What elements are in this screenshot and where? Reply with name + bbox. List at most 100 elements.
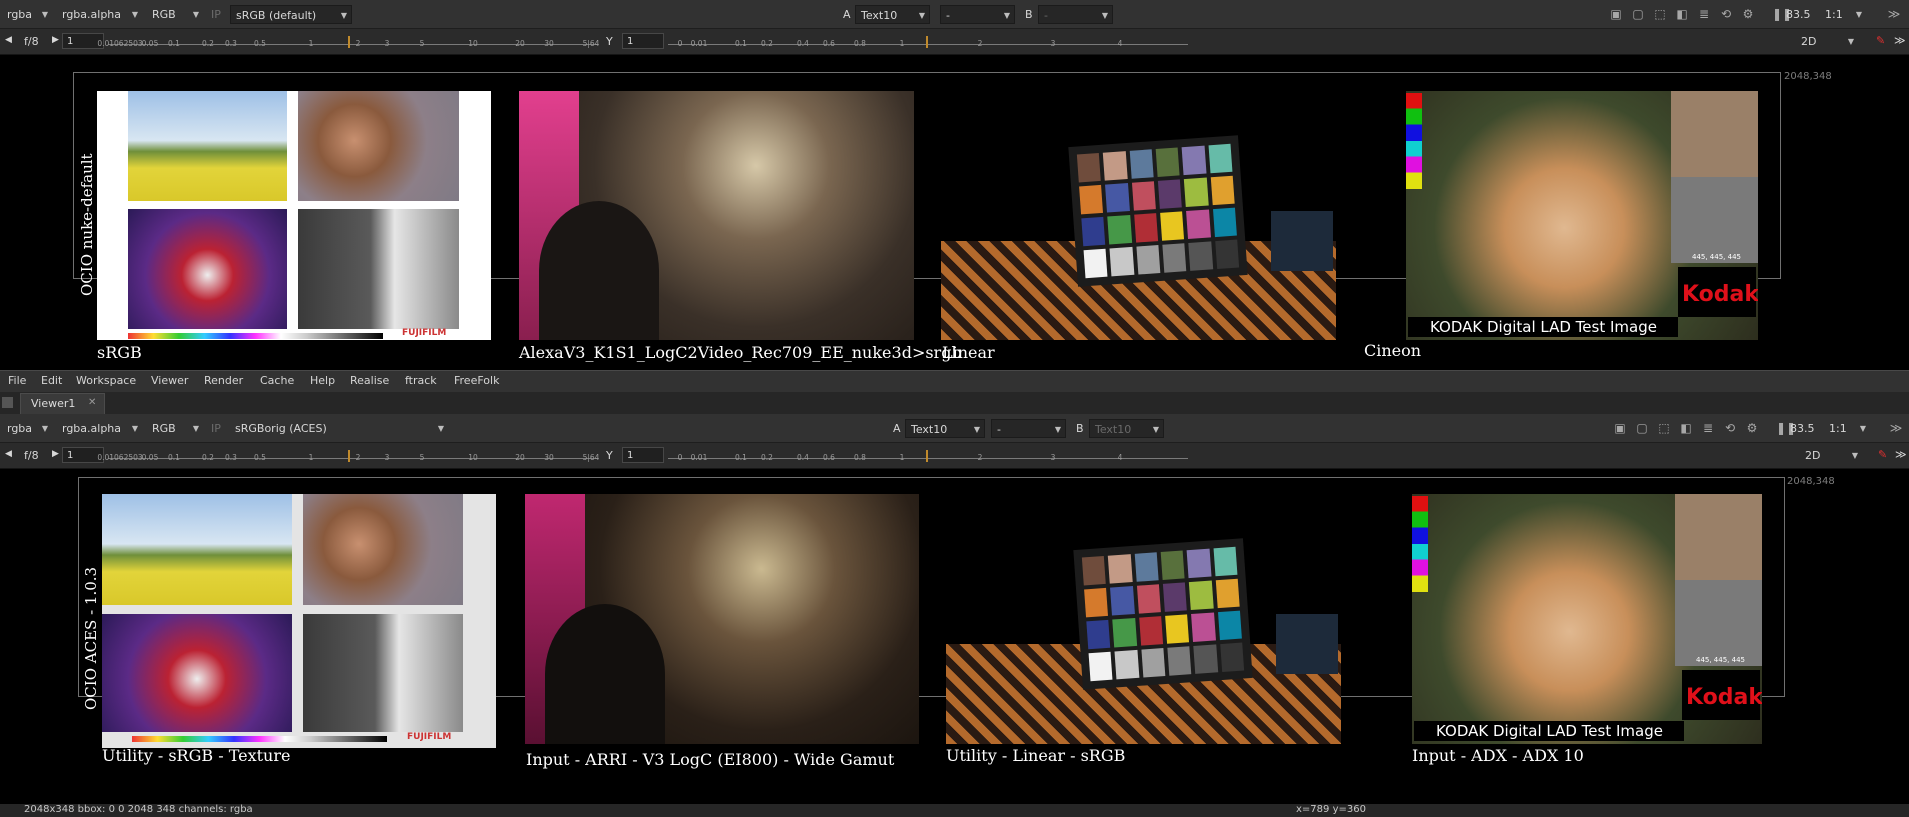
alpha-dropdown[interactable]: rgba.alpha ▼ <box>57 419 142 438</box>
menu-file[interactable]: File <box>8 374 26 387</box>
lut-icon[interactable]: ≣ <box>1700 421 1716 435</box>
gain-tick-label: 0.1 <box>168 39 180 48</box>
paint-icon[interactable]: ✎ <box>1876 31 1885 50</box>
menu-render[interactable]: Render <box>204 374 243 387</box>
menu-help[interactable]: Help <box>310 374 335 387</box>
gain-handle[interactable] <box>348 450 350 462</box>
lut-icon[interactable]: ≣ <box>1696 7 1712 21</box>
gamma-tick-label: 0.8 <box>854 39 866 48</box>
colorspace-dropdown[interactable]: sRGB (default) ▼ <box>230 5 352 24</box>
input-b-dropdown[interactable]: Text10 ▼ <box>1089 419 1164 438</box>
pane-menu-icon[interactable] <box>2 397 13 408</box>
input-a-dropdown[interactable]: Text10 ▼ <box>855 5 930 24</box>
input-a-dropdown[interactable]: Text10 ▼ <box>905 419 985 438</box>
gamma-slider[interactable]: 0 0.01 0.1 0.2 0.4 0.6 0.8 1 2 3 4 <box>668 446 1188 466</box>
fstop-prev-icon[interactable]: ◀ <box>5 31 12 50</box>
gain-tick-label: 0.5 <box>254 453 266 462</box>
menu-cache[interactable]: Cache <box>260 374 294 387</box>
zoom-percent[interactable]: 83.5 <box>1786 5 1811 24</box>
viewer-canvas-bottom[interactable]: 2048,348 OCIO ACES - 1.0.3 FUJIFILM 445,… <box>0 470 1909 804</box>
paint-icon[interactable]: ✎ <box>1878 445 1887 464</box>
viewer-canvas-top[interactable]: 2048,348 OCIO nuke-default FUJIFILM 445,… <box>0 56 1909 370</box>
compare-dropdown[interactable]: - ▼ <box>991 419 1066 438</box>
gamma-tick-label: 0.8 <box>854 453 866 462</box>
ip-toggle[interactable]: IP <box>206 5 226 24</box>
fstop-value[interactable]: f/8 <box>24 32 39 51</box>
frame-icon[interactable]: ▢ <box>1634 421 1650 435</box>
menu-ftrack[interactable]: ftrack <box>405 374 437 387</box>
chevron-down-icon: ▼ <box>1152 425 1159 434</box>
roi-icon[interactable]: ⬚ <box>1656 421 1672 435</box>
landscape-photo <box>128 91 287 201</box>
fstop-value[interactable]: f/8 <box>24 446 39 465</box>
settings-icon[interactable]: ⚙ <box>1740 7 1756 21</box>
image-panel-arri <box>525 494 919 744</box>
gamma-tick-label: 4 <box>1117 39 1123 48</box>
menu-edit[interactable]: Edit <box>41 374 62 387</box>
gain-tick-label: 0.1 <box>168 453 180 462</box>
channels-dropdown[interactable]: rgba ▼ <box>2 5 52 24</box>
fstop-prev-icon[interactable]: ◀ <box>5 445 12 464</box>
refresh-icon[interactable]: ⟲ <box>1722 421 1738 435</box>
channels-dropdown[interactable]: rgba ▼ <box>2 419 52 438</box>
chevron-down-icon: ▼ <box>1101 11 1108 20</box>
gain-slider[interactable]: 0.01062503 0.05 0.1 0.2 0.3 0.5 1 2 3 5 10 20 30 5|64 <box>97 32 599 52</box>
wipe-icon[interactable]: ◧ <box>1674 7 1690 21</box>
ip-toggle[interactable]: IP <box>206 419 226 438</box>
menu-freefolk[interactable]: FreeFolk <box>454 374 499 387</box>
colorspace-value: sRGB (default) <box>236 9 317 22</box>
gain-handle[interactable] <box>348 36 350 48</box>
menu-chevron-icon[interactable]: ≫ <box>1895 445 1907 464</box>
menu-viewer[interactable]: Viewer <box>151 374 188 387</box>
settings-icon[interactable]: ⚙ <box>1744 421 1760 435</box>
chevron-down-icon: ▼ <box>340 11 347 20</box>
alpha-dropdown[interactable]: rgba.alpha ▼ <box>57 5 142 24</box>
menu-chevron-icon[interactable]: ≫ <box>1888 421 1904 435</box>
tab-viewer1[interactable]: Viewer1 ✕ <box>20 393 105 414</box>
image-panel-srgb: FUJIFILM <box>97 91 491 340</box>
kodak-caption: KODAK Digital LAD Test Image <box>1414 721 1684 741</box>
frame-icon[interactable]: ▢ <box>1630 7 1646 21</box>
input-b-dropdown[interactable]: - ▼ <box>1038 5 1113 24</box>
compare-dropdown[interactable]: - ▼ <box>940 5 1015 24</box>
gamma-slider[interactable]: 0 0.01 0.1 0.2 0.4 0.6 0.8 1 2 3 4 <box>668 32 1188 52</box>
menu-chevron-icon[interactable]: ≫ <box>1886 7 1902 21</box>
gamma-field[interactable]: 1 <box>622 33 664 49</box>
ratio-dropdown[interactable]: 1:1 ▼ <box>1820 5 1866 24</box>
elephant-statue <box>545 604 665 744</box>
display-dropdown[interactable]: RGB ▼ <box>147 419 203 438</box>
fstop-next-icon[interactable]: ▶ <box>52 31 59 50</box>
caption-2: AlexaV3_K1S1_LogC2Video_Rec709_EE_nuke3d… <box>519 343 962 362</box>
rgb-swatch-icon[interactable]: ▣ <box>1608 7 1624 21</box>
gain-tick-label: 20 <box>515 39 525 48</box>
menu-workspace[interactable]: Workspace <box>76 374 136 387</box>
gain-tick-label: 10 <box>468 39 478 48</box>
refresh-icon[interactable]: ⟲ <box>1718 7 1734 21</box>
format-coordinate: 2048,348 <box>1787 476 1835 487</box>
fstop-next-icon[interactable]: ▶ <box>52 445 59 464</box>
gamma-handle[interactable] <box>926 36 928 48</box>
color-bars <box>1412 496 1428 592</box>
zoom-percent[interactable]: 83.5 <box>1790 419 1815 438</box>
chevron-down-icon: ▼ <box>41 424 48 433</box>
gain-tick-label: 30 <box>544 39 554 48</box>
close-icon[interactable]: ✕ <box>88 397 96 408</box>
gain-slider[interactable]: 0.01062503 0.05 0.1 0.2 0.3 0.5 1 2 3 5 10 20 30 5|64 <box>97 446 599 466</box>
gamma-field[interactable]: 1 <box>622 447 664 463</box>
gain-tick-label: 0.05 <box>141 453 159 462</box>
menu-realise[interactable]: Realise <box>350 374 389 387</box>
roi-icon[interactable]: ⬚ <box>1652 7 1668 21</box>
menu-chevron-icon[interactable]: ≫ <box>1894 31 1906 50</box>
wipe-icon[interactable]: ◧ <box>1678 421 1694 435</box>
gamma-handle[interactable] <box>926 450 928 462</box>
ratio-dropdown[interactable]: 1:1 ▼ <box>1824 419 1870 438</box>
rgb-swatch-icon[interactable]: ▣ <box>1612 421 1628 435</box>
gamma-tick-label: 0.01 <box>690 39 708 48</box>
image-panel-cineon: 445, 445, 445 Kodak KODAK Digital LAD Te… <box>1406 91 1758 340</box>
colorspace-dropdown[interactable]: sRGBorig (ACES) ▼ <box>230 419 448 438</box>
input-b-value: Text10 <box>1095 423 1132 436</box>
view-mode-dropdown[interactable]: 2D ▼ <box>1800 446 1862 465</box>
gray-patch <box>1671 177 1758 263</box>
display-dropdown[interactable]: RGB ▼ <box>147 5 203 24</box>
view-mode-dropdown[interactable]: 2D ▼ <box>1796 32 1858 51</box>
